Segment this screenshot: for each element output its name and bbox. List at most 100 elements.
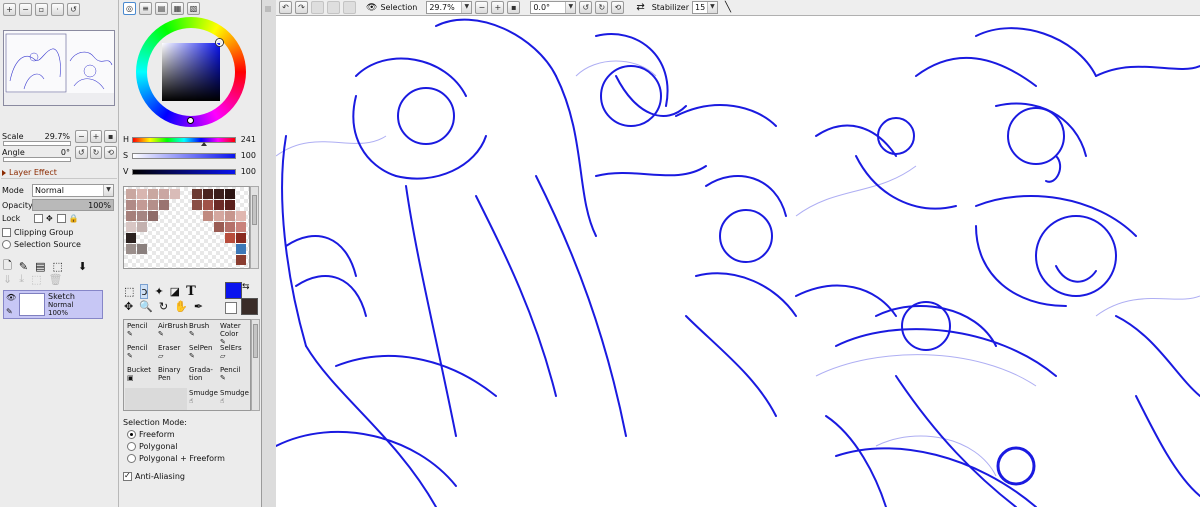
secondary-color-swatch[interactable] [241, 298, 258, 315]
invert-selection-icon[interactable] [327, 1, 340, 14]
palette-swatch[interactable] [137, 189, 147, 199]
zoom-in-icon[interactable]: + [3, 3, 16, 16]
zoom-out-icon[interactable]: − [19, 3, 32, 16]
polygonal-freeform-radio[interactable] [127, 454, 136, 463]
palette-swatch[interactable] [137, 244, 147, 254]
clipping-group-checkbox[interactable] [2, 228, 11, 237]
swap-colors-icon[interactable]: ⇆ [242, 282, 250, 292]
text-icon[interactable]: T [186, 284, 196, 299]
palette-swatch[interactable] [192, 189, 202, 199]
redo-icon[interactable]: ↷ [295, 1, 308, 14]
palette-swatch[interactable] [148, 189, 158, 199]
zoom-icon[interactable]: 🔍 [139, 300, 153, 313]
angle-slider[interactable] [3, 157, 71, 162]
selection-mode-polygonal[interactable]: Polygonal [127, 442, 178, 451]
rotation-select[interactable]: 0.0° ▼ [530, 1, 577, 14]
hsv-slider-tab-icon[interactable]: ▤ [155, 2, 168, 15]
tool-pencil-2[interactable]: Pencil ✎ [125, 343, 156, 365]
selection-source-row[interactable]: Selection Source [2, 240, 81, 249]
clear-layer-icon[interactable]: ⬚ [31, 273, 41, 286]
palette-swatch[interactable] [126, 244, 136, 254]
scratchpad-tab-icon[interactable]: ▧ [187, 2, 200, 15]
layer-item[interactable]: 👁 ✎ Sketch Normal 100% [3, 290, 103, 319]
palette-swatch[interactable] [137, 200, 147, 210]
tool-watercolor[interactable]: Water Color ✎ [218, 321, 249, 346]
saturation-slider[interactable] [132, 152, 236, 159]
palette-swatch[interactable] [126, 211, 136, 221]
scale-minus-icon[interactable]: − [75, 130, 88, 143]
flip-horizontal-icon[interactable]: ⇄ [636, 2, 644, 13]
tool-empty-slot[interactable] [156, 388, 187, 410]
palette-swatch[interactable] [236, 211, 246, 221]
eye-icon[interactable]: 👁 [366, 3, 377, 13]
rotate-cw-icon[interactable]: ↻ [595, 1, 609, 14]
anti-aliasing-checkbox[interactable]: ✓ [123, 471, 132, 481]
color-palette[interactable] [123, 186, 250, 269]
freeform-radio[interactable] [127, 430, 136, 439]
hue-picker-handle[interactable] [187, 117, 194, 124]
splitter-handle[interactable] [265, 6, 271, 12]
lock-alpha-checkbox[interactable] [56, 214, 66, 223]
anti-aliasing-row[interactable]: ✓ Anti-Aliasing [123, 471, 185, 481]
palette-swatch[interactable] [203, 189, 213, 199]
rotate-reset-icon[interactable]: ⟲ [104, 146, 117, 159]
rotate-left-icon[interactable]: ↺ [67, 3, 80, 16]
reset-view-icon[interactable]: · [51, 3, 64, 16]
zoom-select[interactable]: 29.7% ▼ [426, 1, 473, 14]
merge-down-icon[interactable]: ⇓ [3, 273, 12, 286]
palette-swatch[interactable] [170, 189, 180, 199]
palette-swatch[interactable] [225, 200, 235, 210]
value-slider[interactable] [132, 168, 236, 175]
delete-layer-icon[interactable]: 🗑 [49, 273, 63, 286]
palette-swatch[interactable] [225, 211, 235, 221]
drawing-canvas[interactable] [276, 16, 1200, 507]
merge-visible-icon[interactable]: ⤓ [19, 272, 24, 286]
rotate-reset-icon[interactable]: ⟲ [611, 1, 625, 14]
palette-swatch[interactable] [159, 189, 169, 199]
palette-swatch[interactable] [214, 222, 224, 232]
tool-empty-slot[interactable] [125, 388, 156, 410]
selection-source-checkbox[interactable] [2, 240, 11, 249]
hand-icon[interactable]: ✋ [174, 300, 188, 313]
polygonal-radio[interactable] [127, 442, 136, 451]
selection-mode-polygonal-freeform[interactable]: Polygonal + Freeform [127, 454, 225, 463]
palette-swatch[interactable] [148, 200, 158, 210]
move-icon[interactable]: ✥ [124, 300, 133, 313]
blend-mode-select[interactable]: Normal ▼ [32, 184, 114, 197]
palette-swatch[interactable] [236, 255, 246, 265]
palette-swatch[interactable] [214, 211, 224, 221]
tool-bucket[interactable]: Bucket ▣ [125, 365, 156, 387]
palette-swatch[interactable] [225, 189, 235, 199]
transfer-down-icon[interactable]: ⬇ [78, 260, 87, 273]
scale-plus-icon[interactable]: + [89, 130, 103, 143]
tool-smudge-2[interactable]: Smudge ☝ [218, 388, 249, 410]
palette-swatch[interactable] [159, 200, 169, 210]
palette-swatch[interactable] [137, 211, 147, 221]
straight-line-icon[interactable]: ╲ [725, 2, 731, 13]
lasso-icon[interactable]: ↄ [140, 284, 149, 299]
clipping-group-row[interactable]: Clipping Group [2, 228, 73, 237]
hue-slider[interactable] [132, 136, 236, 143]
eye-icon[interactable]: 👁 [6, 293, 16, 302]
rgb-slider-tab-icon[interactable]: ≡ [139, 2, 152, 15]
tool-binary-pen[interactable]: Binary Pen [156, 365, 187, 387]
palette-swatch[interactable] [236, 233, 246, 243]
palette-swatch[interactable] [203, 211, 213, 221]
rotate-icon[interactable]: ↻ [159, 300, 168, 313]
palette-scrollbar[interactable] [250, 186, 259, 269]
palette-swatch[interactable] [236, 244, 246, 254]
rotate-cw-icon[interactable]: ↻ [89, 146, 103, 159]
tool-selpen[interactable]: SelPen ✎ [187, 343, 218, 365]
tool-eraser[interactable]: Eraser ▱ [156, 343, 187, 365]
palette-swatch[interactable] [225, 222, 235, 232]
palette-swatch[interactable] [126, 233, 136, 243]
selection-mode-freeform[interactable]: Freeform [127, 430, 175, 439]
transparent-color-swatch[interactable] [225, 302, 237, 314]
layer-effect-header[interactable]: Layer Effect [2, 168, 57, 177]
palette-swatch[interactable] [214, 200, 224, 210]
swatches-tab-icon[interactable]: ▦ [171, 2, 184, 15]
fit-view-icon[interactable]: ▫ [35, 3, 48, 16]
tool-smudge[interactable]: Smudge ☝ [187, 388, 218, 410]
tool-pencil-3[interactable]: Pencil ✎ [218, 365, 249, 387]
palette-swatch[interactable] [126, 200, 136, 210]
